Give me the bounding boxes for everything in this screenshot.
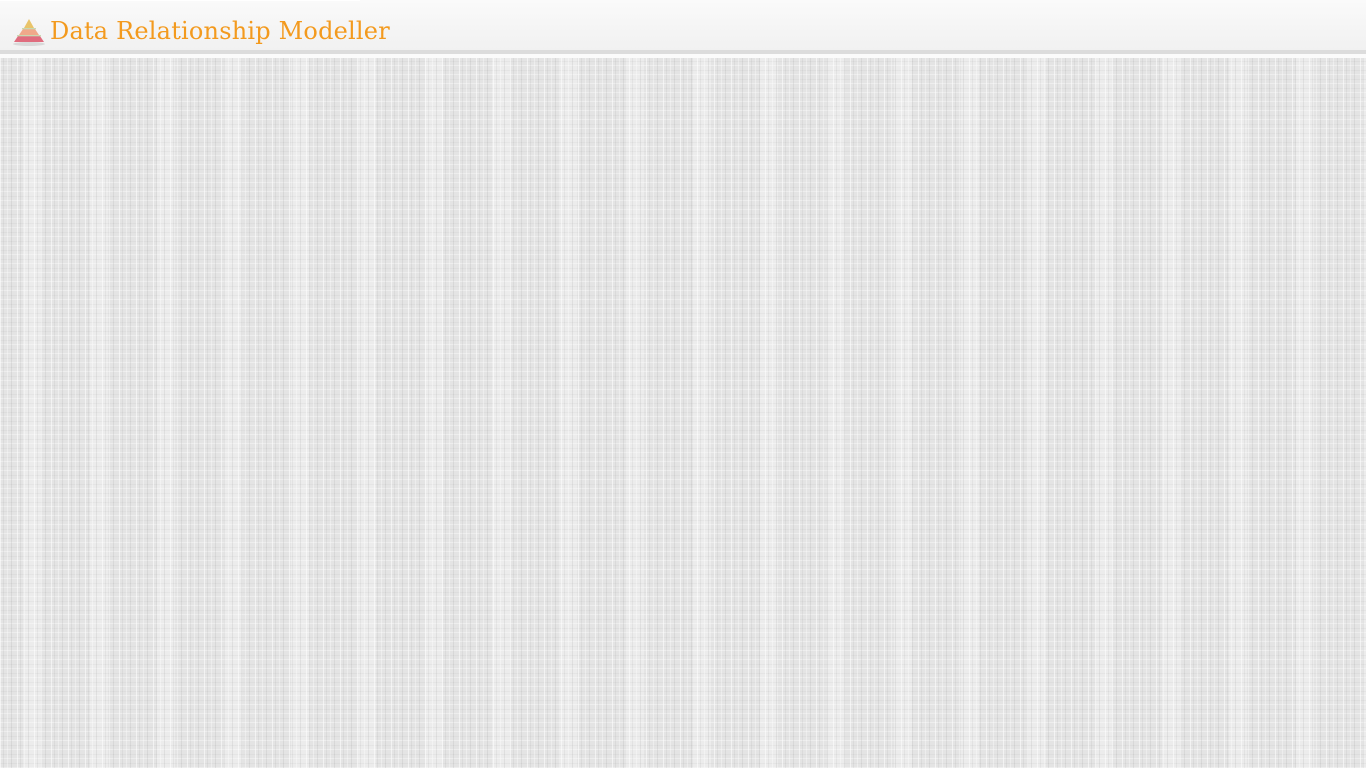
app-title: Data Relationship Modeller	[50, 17, 390, 45]
pyramid-logo-icon	[13, 19, 45, 46]
app-header: Data Relationship Modeller	[0, 0, 1366, 50]
modelling-canvas[interactable]	[0, 58, 1366, 768]
header-highlight	[0, 0, 360, 1]
brand: Data Relationship Modeller	[12, 16, 390, 46]
